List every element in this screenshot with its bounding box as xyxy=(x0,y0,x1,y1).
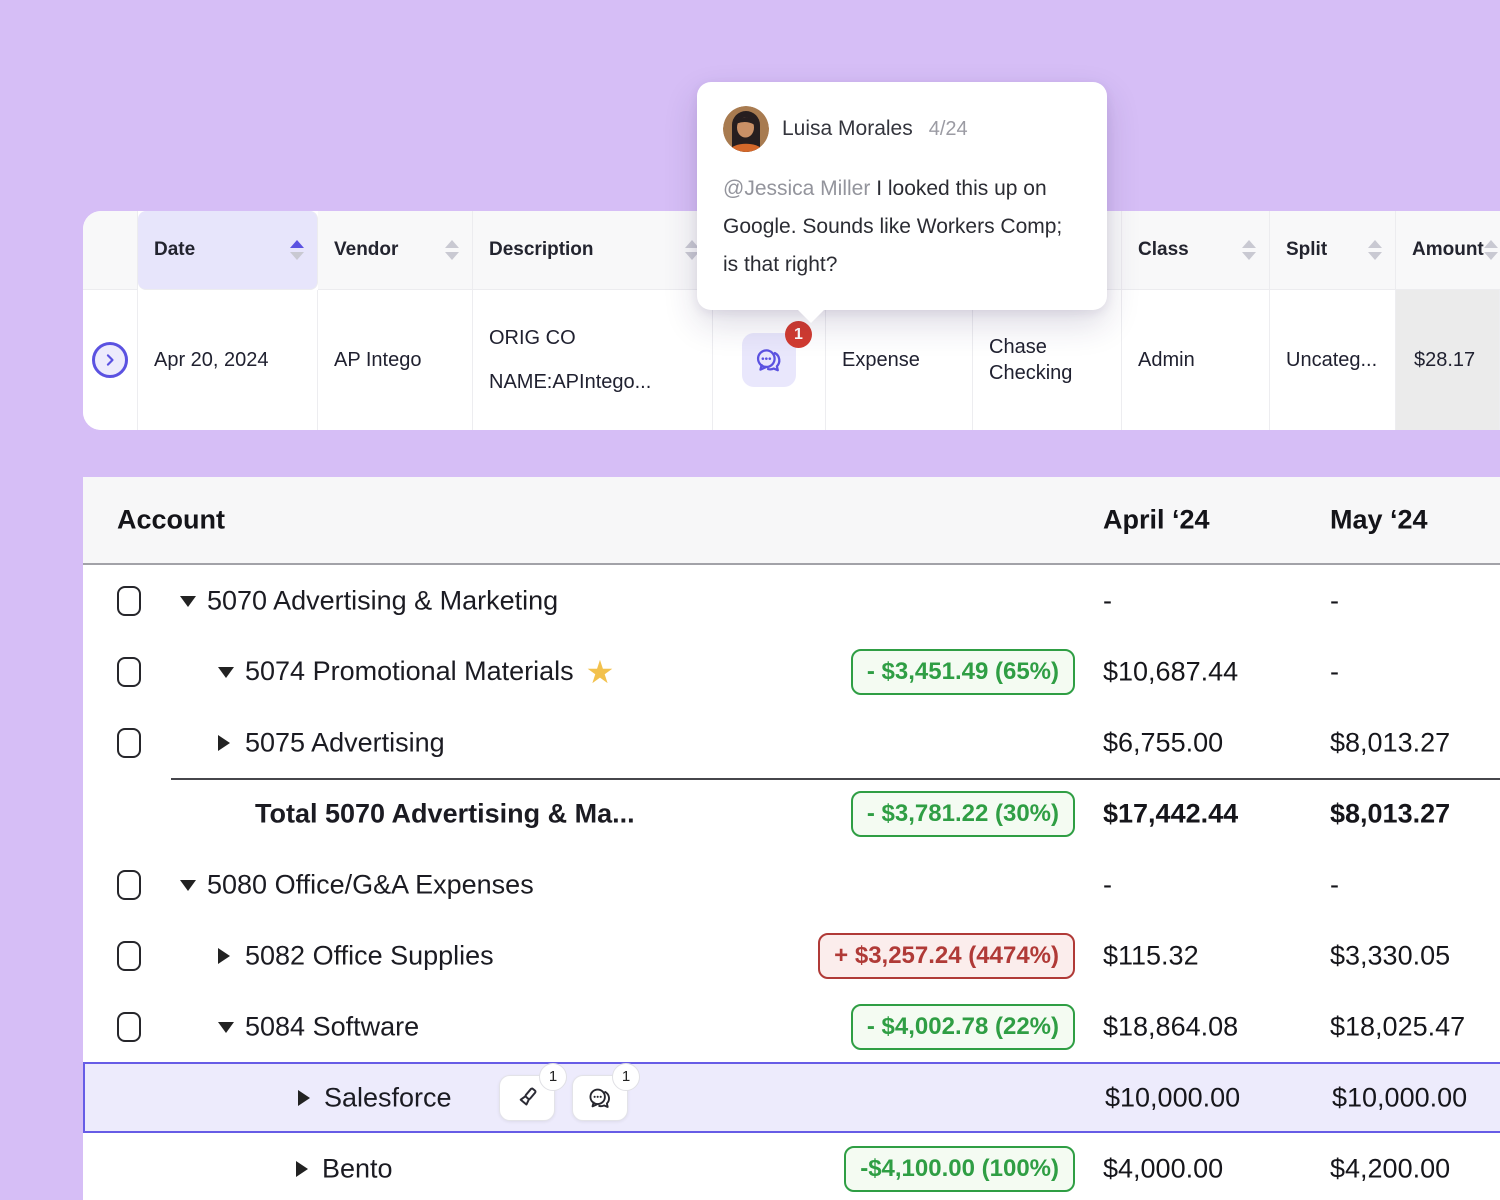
popover-header: Luisa Morales 4/24 xyxy=(723,106,1081,152)
april-value: $10,000.00 xyxy=(1105,1082,1240,1113)
sort-icon-split[interactable] xyxy=(1368,240,1382,260)
report-header-row: Account April ‘24 May ‘24 xyxy=(83,477,1500,565)
column-label-class: Class xyxy=(1138,239,1189,261)
variance-badge[interactable]: + $3,257.24 (4474%) xyxy=(818,933,1075,979)
row-checkbox[interactable] xyxy=(117,728,141,758)
total-row-5070: Total 5070 Advertising & Ma... - $3,781.… xyxy=(83,778,1500,849)
cell-amount: $28.17 xyxy=(1396,290,1500,430)
variance-badge[interactable]: - $3,781.22 (30%) xyxy=(851,791,1075,837)
april-value: $115.32 xyxy=(1103,940,1199,971)
cell-description: ORIG CO NAME:APIntego... xyxy=(473,290,713,430)
comment-timestamp: 4/24 xyxy=(929,118,968,141)
sort-icon-amount[interactable] xyxy=(1484,240,1498,260)
may-value: $8,013.27 xyxy=(1330,727,1450,758)
account-row-5084[interactable]: 5084 Software - $4,002.78 (22%) $18,864.… xyxy=(83,991,1500,1062)
column-label-split: Split xyxy=(1286,239,1327,261)
comment-count-badge: 1 xyxy=(612,1063,640,1091)
transaction-row[interactable]: Apr 20, 2024 AP Intego ORIG CO NAME:APIn… xyxy=(83,290,1500,430)
cell-account: Chase Checking xyxy=(973,290,1122,430)
april-value: $17,442.44 xyxy=(1103,798,1238,829)
column-label-vendor: Vendor xyxy=(334,239,398,261)
expand-row-button[interactable] xyxy=(92,342,128,378)
report-table: Account April ‘24 May ‘24 5070 Advertisi… xyxy=(83,477,1500,1200)
page-background: Date Vendor Description Class Split xyxy=(0,0,1500,1200)
may-value: $4,200.00 xyxy=(1330,1153,1450,1184)
may-value: - xyxy=(1330,585,1339,616)
may-value: $18,025.47 xyxy=(1330,1011,1465,1042)
april-value: $6,755.00 xyxy=(1103,727,1223,758)
sort-icon-vendor[interactable] xyxy=(445,240,459,260)
column-header-may: May ‘24 xyxy=(1330,505,1428,536)
highlight-count-badge: 1 xyxy=(539,1063,567,1091)
variance-badge[interactable]: -$4,100.00 (100%) xyxy=(844,1146,1075,1192)
column-header-date[interactable]: Date xyxy=(138,211,318,290)
highlighter-icon xyxy=(513,1084,541,1112)
account-row-5082[interactable]: 5082 Office Supplies + $3,257.24 (4474%)… xyxy=(83,920,1500,991)
column-header-description[interactable]: Description xyxy=(473,211,713,290)
comment-author: Luisa Morales xyxy=(782,117,913,141)
column-header-april: April ‘24 xyxy=(1103,505,1210,536)
column-header-vendor[interactable]: Vendor xyxy=(318,211,473,290)
sort-icon-date[interactable] xyxy=(290,240,304,260)
row-checkbox[interactable] xyxy=(117,870,141,900)
comment-count-badge: 1 xyxy=(785,321,812,348)
april-value: $18,864.08 xyxy=(1103,1011,1238,1042)
variance-badge[interactable]: - $4,002.78 (22%) xyxy=(851,1004,1075,1050)
column-label-description: Description xyxy=(489,239,594,261)
account-row-bento[interactable]: Bento -$4,100.00 (100%) $4,000.00 $4,200… xyxy=(83,1133,1500,1200)
row-action-buttons: 1 1 xyxy=(499,1075,628,1121)
may-value: $8,013.27 xyxy=(1330,798,1450,829)
account-row-salesforce[interactable]: Salesforce 1 xyxy=(83,1062,1500,1133)
sort-icon-class[interactable] xyxy=(1242,240,1256,260)
comment-button[interactable]: 1 xyxy=(742,333,796,387)
cell-split: Uncateg... xyxy=(1270,290,1396,430)
april-value: - xyxy=(1103,585,1112,616)
caret-right-icon[interactable] xyxy=(218,735,230,751)
may-value: $3,330.05 xyxy=(1330,940,1450,971)
comment-button[interactable]: 1 xyxy=(572,1075,628,1121)
comment-popover: Luisa Morales 4/24 @Jessica Miller I loo… xyxy=(697,82,1107,310)
account-row-5070[interactable]: 5070 Advertising & Marketing - - xyxy=(83,565,1500,636)
mention-link[interactable]: @Jessica Miller xyxy=(723,177,870,200)
highlight-button[interactable]: 1 xyxy=(499,1075,555,1121)
account-row-5074[interactable]: 5074 Promotional Materials★ - $3,451.49 … xyxy=(83,636,1500,707)
cell-type: Expense xyxy=(826,290,973,430)
expander-cell xyxy=(83,290,138,430)
caret-right-icon[interactable] xyxy=(298,1090,310,1106)
chat-bubbles-icon xyxy=(753,344,785,376)
chevron-right-icon xyxy=(100,350,120,370)
caret-down-icon[interactable] xyxy=(180,880,196,891)
column-header-account: Account xyxy=(117,505,225,536)
caret-down-icon[interactable] xyxy=(180,596,196,607)
april-value: - xyxy=(1103,869,1112,900)
chat-bubbles-icon xyxy=(586,1084,614,1112)
may-value: $10,000.00 xyxy=(1332,1082,1467,1113)
may-value: - xyxy=(1330,869,1339,900)
april-value: $10,687.44 xyxy=(1103,656,1238,687)
avatar xyxy=(723,106,769,152)
column-label-amount: Amount xyxy=(1412,239,1484,261)
expander-column-header xyxy=(83,211,138,290)
cell-class: Admin xyxy=(1122,290,1270,430)
cell-date: Apr 20, 2024 xyxy=(138,290,318,430)
column-label-date: Date xyxy=(154,239,195,261)
april-value: $4,000.00 xyxy=(1103,1153,1223,1184)
column-header-class[interactable]: Class xyxy=(1122,211,1270,290)
column-header-amount[interactable]: Amount xyxy=(1396,211,1500,290)
variance-badge[interactable]: - $3,451.49 (65%) xyxy=(851,649,1075,695)
account-row-5080[interactable]: 5080 Office/G&A Expenses - - xyxy=(83,849,1500,920)
account-row-5075[interactable]: 5075 Advertising $6,755.00 $8,013.27 xyxy=(83,707,1500,778)
comment-text: @Jessica Miller I looked this up on Goog… xyxy=(723,170,1081,284)
may-value: - xyxy=(1330,656,1339,687)
row-checkbox[interactable] xyxy=(117,586,141,616)
column-header-split[interactable]: Split xyxy=(1270,211,1396,290)
cell-vendor: AP Intego xyxy=(318,290,473,430)
